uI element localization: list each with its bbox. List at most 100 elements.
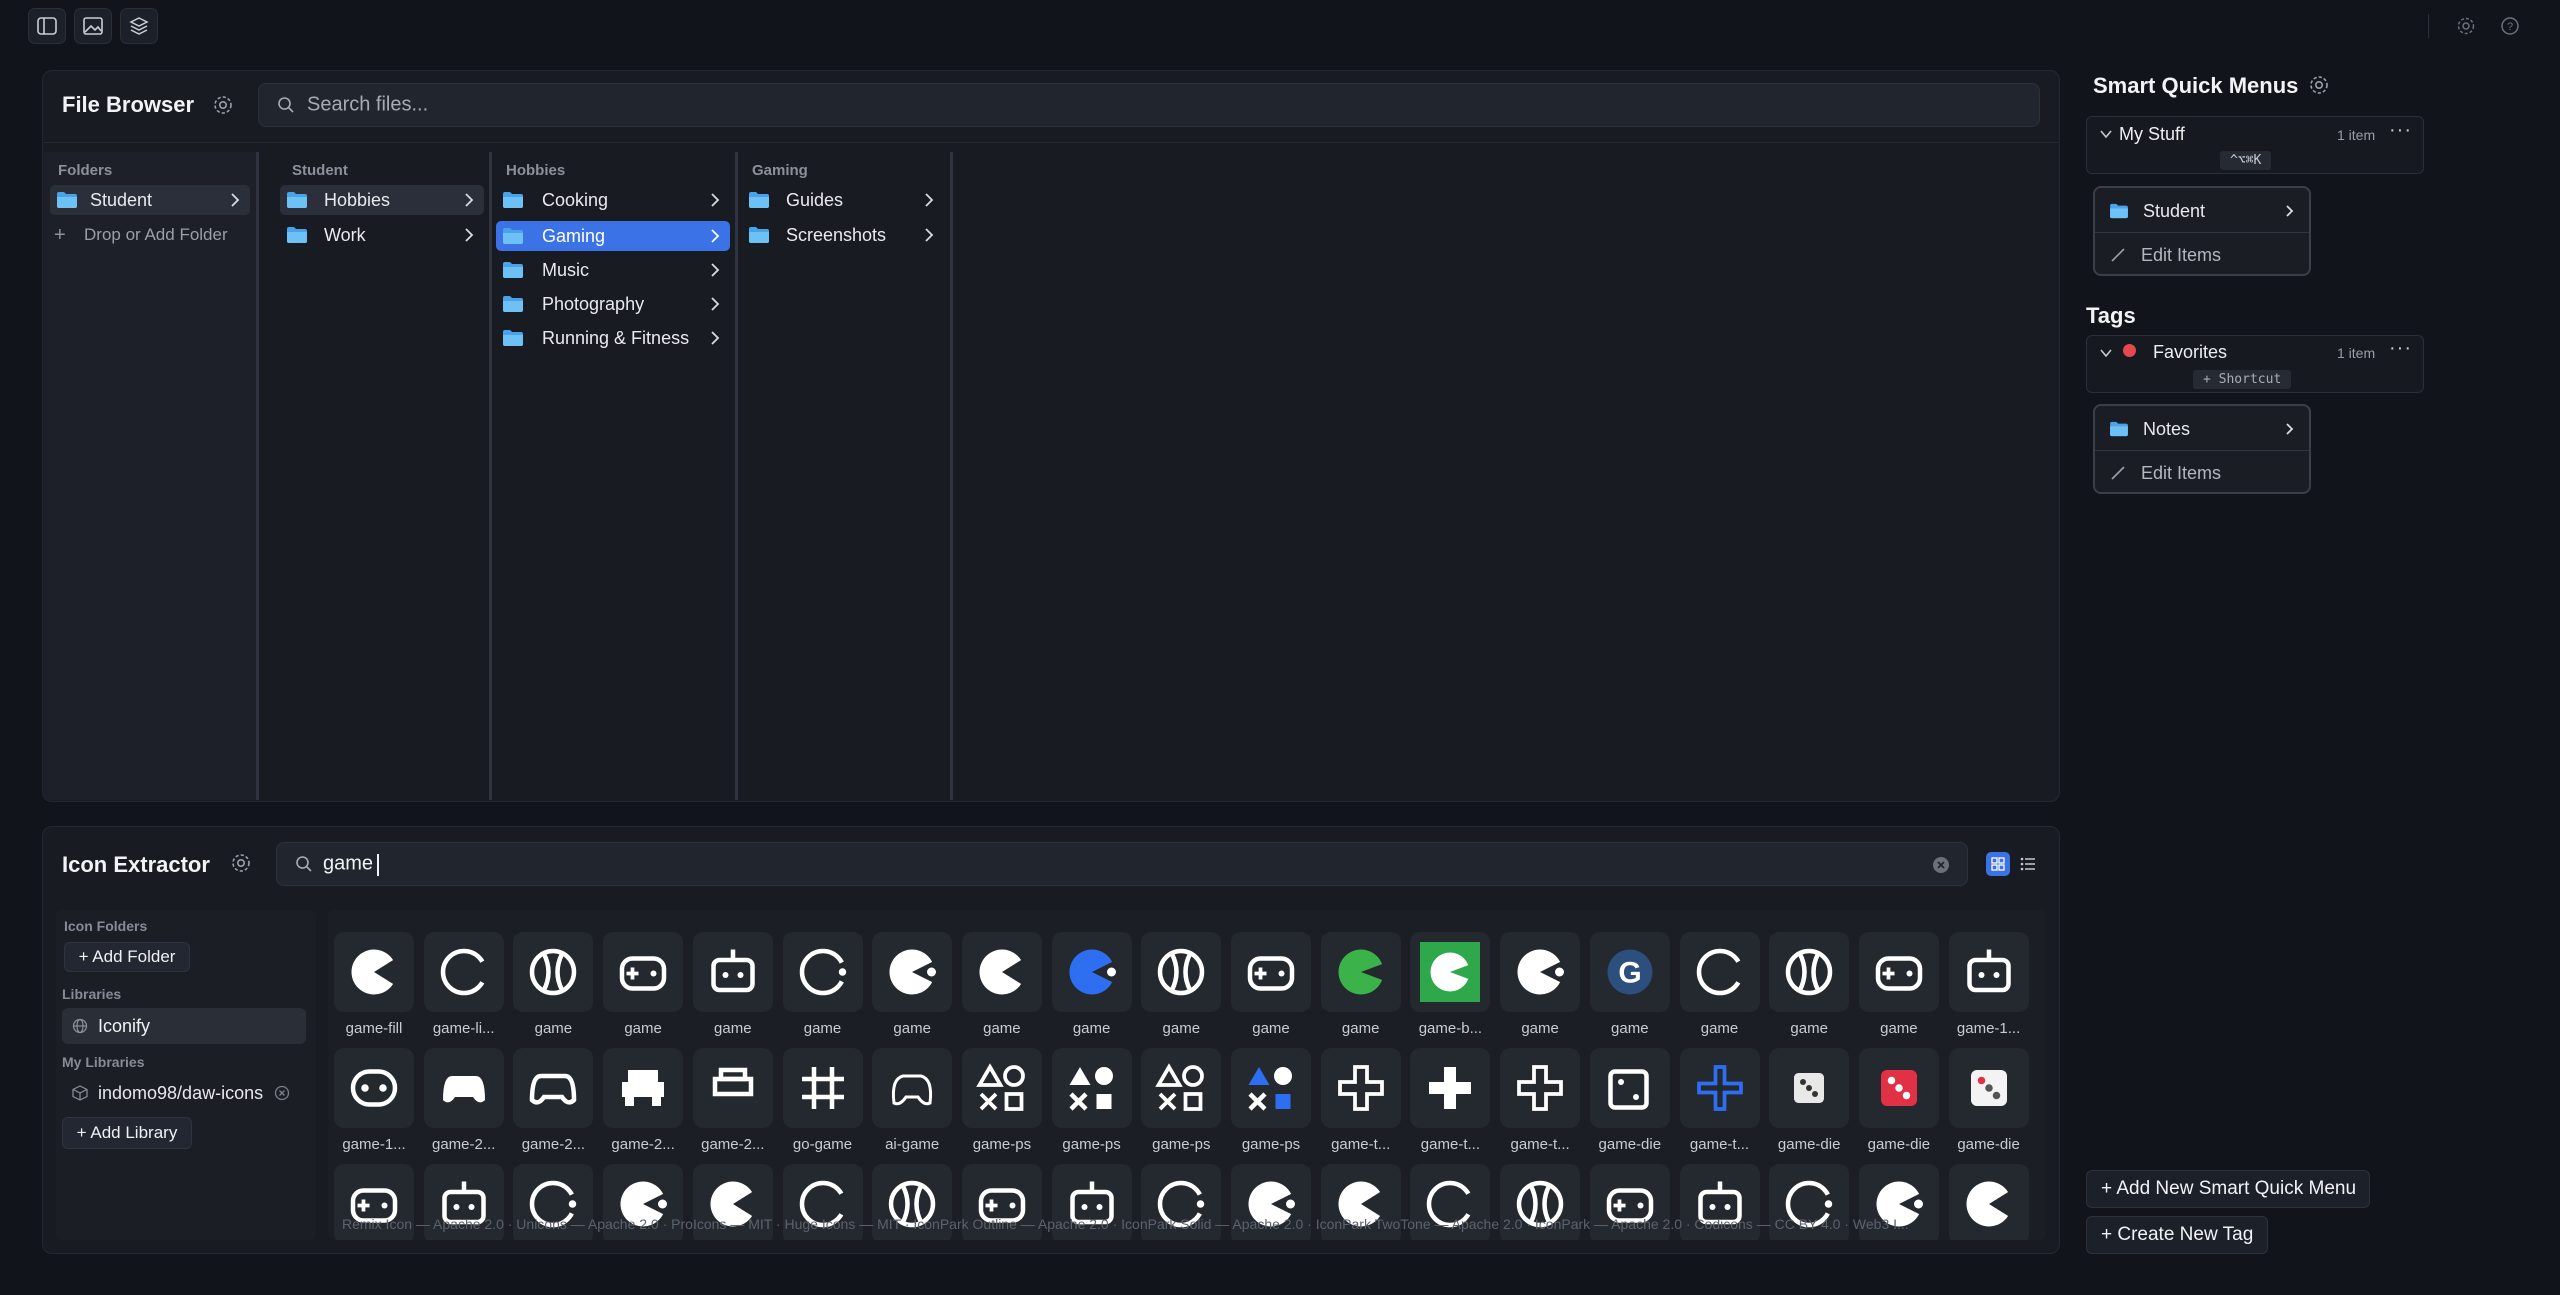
icon-tile[interactable] bbox=[782, 932, 863, 1012]
folder-item-student[interactable]: Student bbox=[50, 185, 250, 215]
icon-label: game bbox=[1880, 1020, 1918, 1037]
icon-tile[interactable] bbox=[423, 932, 504, 1012]
icon-tile[interactable] bbox=[423, 1048, 504, 1128]
icon-tile[interactable] bbox=[1410, 932, 1491, 1012]
folder-icon bbox=[503, 192, 523, 208]
icon-label: game-li... bbox=[432, 1020, 495, 1037]
icon-tile[interactable] bbox=[1948, 932, 2029, 1012]
icon-label: game bbox=[1611, 1020, 1649, 1037]
pencil-icon bbox=[2111, 466, 2125, 480]
game-icon bbox=[1248, 1067, 1292, 1111]
folder-item-work[interactable]: Work bbox=[280, 220, 484, 250]
tag-favorites[interactable]: Favorites 1 item ··· + Shortcut bbox=[2086, 335, 2424, 393]
icon-label: game bbox=[983, 1020, 1021, 1037]
edit-items-button[interactable]: Edit Items bbox=[2109, 240, 2221, 270]
game-icon bbox=[1155, 1063, 1205, 1111]
icon-tile[interactable] bbox=[692, 932, 773, 1012]
smart-menus-settings-button[interactable] bbox=[2308, 74, 2330, 96]
icon-label: game bbox=[714, 1020, 752, 1037]
list-view-button[interactable] bbox=[2016, 852, 2040, 876]
icon-tile[interactable] bbox=[1679, 932, 1760, 1012]
plus-icon: + bbox=[54, 223, 66, 246]
file-search-input[interactable]: Search files... bbox=[258, 83, 2040, 127]
icon-tile[interactable] bbox=[1141, 932, 1222, 1012]
layers-button[interactable] bbox=[120, 8, 158, 44]
icon-tile[interactable] bbox=[1320, 1048, 1401, 1128]
icon-tile[interactable] bbox=[872, 932, 953, 1012]
folder-item-hobbies[interactable]: Hobbies bbox=[280, 185, 484, 215]
more-options-icon[interactable]: ··· bbox=[2389, 337, 2412, 360]
create-tag-button[interactable]: + Create New Tag bbox=[2086, 1216, 2268, 1254]
folder-item-guides[interactable]: Guides bbox=[742, 185, 944, 215]
icon-tile[interactable] bbox=[1948, 1048, 2029, 1128]
smart-menu-my-stuff[interactable]: My Stuff 1 item ··· ^⌥⌘K bbox=[2086, 116, 2424, 174]
folder-item-running-fitness[interactable]: Running & Fitness bbox=[496, 323, 730, 353]
icon-tile[interactable] bbox=[1769, 1048, 1850, 1128]
icon-tile[interactable] bbox=[692, 1048, 773, 1128]
clear-search-icon[interactable] bbox=[1931, 855, 1951, 875]
icon-tile[interactable] bbox=[1320, 932, 1401, 1012]
icon-tile[interactable] bbox=[961, 932, 1042, 1012]
my-library-item[interactable]: indomo98/daw-icons bbox=[62, 1076, 306, 1110]
help-button[interactable]: ? bbox=[2498, 14, 2522, 38]
image-button[interactable] bbox=[74, 8, 112, 44]
edit-items-button[interactable]: Edit Items bbox=[2109, 458, 2221, 488]
file-browser-settings-button[interactable] bbox=[212, 94, 234, 116]
icon-tile[interactable] bbox=[782, 1048, 863, 1128]
icon-extractor-settings-button[interactable] bbox=[230, 852, 252, 874]
icon-label: game bbox=[1162, 1020, 1201, 1037]
icon-tile[interactable] bbox=[513, 1048, 594, 1128]
icon-tile[interactable] bbox=[1231, 1048, 1311, 1128]
icon-label: game bbox=[1700, 1020, 1739, 1037]
icon-tile[interactable] bbox=[1141, 1048, 1222, 1128]
icon-tile[interactable] bbox=[1589, 1048, 1670, 1128]
library-item-iconify[interactable]: Iconify bbox=[62, 1008, 306, 1044]
add-library-button[interactable]: + Add Library bbox=[62, 1117, 192, 1149]
add-shortcut-button[interactable]: + Shortcut bbox=[2193, 370, 2292, 389]
grid-view-button[interactable] bbox=[1986, 852, 2010, 876]
shortcut-badge[interactable]: ^⌥⌘K bbox=[2220, 151, 2272, 170]
settings-button[interactable] bbox=[2454, 14, 2478, 38]
smart-menu-popover: Student Edit Items bbox=[2093, 186, 2311, 276]
folder-item-screenshots[interactable]: Screenshots bbox=[742, 220, 944, 250]
icon-search-input[interactable]: game bbox=[276, 842, 1968, 886]
icon-tile[interactable] bbox=[1051, 1048, 1132, 1128]
icon-tile[interactable] bbox=[1769, 932, 1850, 1012]
icon-tile[interactable] bbox=[1410, 1048, 1491, 1128]
sidebar-toggle-button[interactable] bbox=[28, 8, 66, 44]
my-library-label: indomo98/daw-icons bbox=[98, 1082, 264, 1103]
add-smart-quick-menu-button[interactable]: + Add New Smart Quick Menu bbox=[2086, 1170, 2370, 1208]
folder-item-cooking[interactable]: Cooking bbox=[496, 185, 730, 215]
icon-tile[interactable] bbox=[1231, 932, 1311, 1012]
icon-tile[interactable]: G bbox=[1589, 932, 1670, 1012]
icon-tile[interactable] bbox=[603, 1048, 684, 1128]
folder-item-gaming[interactable]: Gaming bbox=[496, 221, 730, 251]
more-options-icon[interactable]: ··· bbox=[2389, 119, 2412, 142]
icon-tile[interactable] bbox=[1051, 932, 1132, 1012]
icon-tile[interactable] bbox=[1500, 932, 1581, 1012]
svg-text:G: G bbox=[1618, 957, 1641, 990]
popover-item-notes[interactable]: Notes bbox=[2109, 414, 2297, 444]
icon-tile[interactable] bbox=[1858, 1048, 1939, 1128]
icon-tile[interactable] bbox=[1679, 1048, 1760, 1128]
icon-tile[interactable] bbox=[961, 1048, 1042, 1128]
icon-tile[interactable] bbox=[1858, 932, 1939, 1012]
icon-label: game bbox=[1072, 1020, 1111, 1037]
popover-item-student[interactable]: Student bbox=[2109, 196, 2297, 226]
icon-tile[interactable] bbox=[603, 932, 684, 1012]
icon-tile[interactable] bbox=[513, 932, 594, 1012]
add-icon-folder-button[interactable]: + Add Folder bbox=[64, 942, 190, 972]
chevron-right-icon bbox=[925, 193, 934, 207]
icon-tile[interactable] bbox=[1500, 1048, 1581, 1128]
icon-tile[interactable] bbox=[872, 1048, 953, 1128]
tag-name: Favorites bbox=[2153, 342, 2228, 362]
search-value: game bbox=[323, 852, 374, 875]
folder-item-photography[interactable]: Photography bbox=[496, 289, 730, 319]
folder-label: Guides bbox=[786, 189, 844, 210]
icon-tile[interactable] bbox=[334, 1048, 414, 1128]
remove-library-icon[interactable] bbox=[274, 1085, 290, 1101]
search-icon bbox=[277, 96, 295, 114]
add-folder-row[interactable]: + Drop or Add Folder bbox=[54, 222, 254, 248]
icon-tile[interactable] bbox=[334, 932, 414, 1012]
folder-item-music[interactable]: Music bbox=[496, 255, 730, 285]
